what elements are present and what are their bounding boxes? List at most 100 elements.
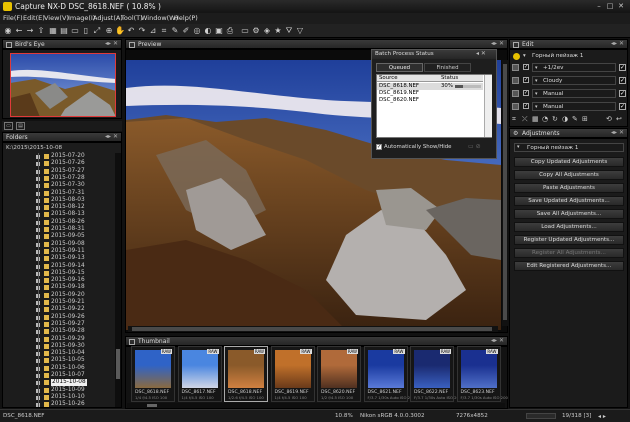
chevron-down-icon[interactable]: ▾	[535, 77, 538, 85]
folder-tree-item[interactable]: 2015-07-28	[3, 175, 121, 182]
panel-toggle-checkbox[interactable]	[6, 42, 12, 48]
viewer-icon[interactable]: ▭	[70, 26, 80, 36]
brush-icon[interactable]: ✎	[572, 115, 578, 123]
thumbnail-controls-icon[interactable]: ◂▸ ✕	[491, 337, 504, 344]
white-balance-toggle[interactable]: ✓	[523, 77, 529, 83]
compare-before-icon[interactable]: ◐	[203, 26, 213, 36]
batch-action-icons[interactable]: ▭ ⊘	[468, 143, 481, 150]
label-icon[interactable]: ◈	[262, 26, 272, 36]
adjustments-preset-select[interactable]: ▾ Горный пейзаж 1	[514, 143, 624, 152]
color-point-icon[interactable]: ◑	[562, 115, 568, 123]
thumbnail-item[interactable]: RAW DSC_8623.NEF F/3.7 1/30s Auto ISO 200	[456, 346, 508, 402]
forward-icon[interactable]: →	[25, 26, 35, 36]
folder-tree-item[interactable]: 2015-09-08	[3, 241, 121, 248]
folder-tree-item[interactable]: 2015-09-13	[3, 255, 121, 262]
thumbnail-toggle-checkbox[interactable]	[129, 339, 135, 345]
table-row[interactable]: DSC_8618.NEF 30%	[377, 83, 483, 90]
folder-tree-item[interactable]: 2015-07-30	[3, 182, 121, 189]
close-icon[interactable]: ✕	[616, 2, 626, 11]
folder-scrollbar[interactable]	[115, 153, 121, 407]
menu-view[interactable]: View(V)	[44, 14, 69, 22]
chevron-down-icon[interactable]: ▾	[517, 144, 520, 150]
convert-files-icon[interactable]: ▣	[214, 26, 224, 36]
menu-help[interactable]: Help(P)	[174, 14, 198, 22]
maximize-icon[interactable]: □	[605, 2, 615, 11]
folder-tree-item[interactable]: 2015-08-03	[3, 197, 121, 204]
thumbnail-item[interactable]: RAW DSC_8620.NEF 1/2 f/4.5 ISO 100	[317, 346, 361, 402]
crop-tool-icon[interactable]: ⌗	[512, 115, 516, 124]
fit-icon[interactable]: ⤢	[92, 26, 102, 36]
folder-tree-item[interactable]: 2015-07-26	[3, 160, 121, 167]
adjustment-button[interactable]: Save All Adjustments...	[514, 209, 624, 219]
folder-tree-item[interactable]: 2015-09-20	[3, 292, 121, 299]
auto-show-checkbox[interactable]: ✓	[376, 144, 382, 150]
edit-toggle-checkbox[interactable]	[513, 42, 519, 48]
folders-controls-icon[interactable]: ◂▸ ✕	[105, 133, 118, 140]
batch-scrollbar[interactable]	[484, 75, 492, 137]
adjustment-button[interactable]: Register Updated Adjustments...	[514, 235, 624, 245]
folder-tree-item[interactable]: 2015-09-18	[3, 284, 121, 291]
reset-icon[interactable]: ⟲	[606, 115, 612, 123]
folder-tree-item[interactable]: 2015-07-31	[3, 190, 121, 197]
preview-v-scrollbar[interactable]	[502, 60, 508, 326]
folder-tree-item[interactable]: 2015-08-12	[3, 204, 121, 211]
menu-tool[interactable]: Tool(T)	[121, 14, 143, 22]
folder-tree-item[interactable]: 2015-07-27	[3, 168, 121, 175]
edit-row-tone[interactable]: ✓ ▾ Manual ✓	[510, 101, 628, 112]
chevron-down-icon[interactable]: ▾	[535, 64, 538, 72]
adjustments-controls-icon[interactable]: ◂▸ ✕	[611, 129, 624, 136]
folder-tree-item[interactable]: 2015-09-14	[3, 263, 121, 270]
folder-tree-item[interactable]: 2015-10-10	[3, 394, 121, 401]
folders-tab-icon[interactable]: ▭	[4, 122, 13, 130]
distortion-icon[interactable]: ▦	[532, 115, 539, 123]
funnel-icon[interactable]: ▽	[295, 26, 305, 36]
edit-row-picture-control[interactable]: ✓ ▾ Manual ✓	[510, 88, 628, 99]
folder-tree-item[interactable]: 2015-10-07	[3, 372, 121, 379]
browser-icon[interactable]: ◉	[3, 26, 13, 36]
table-row[interactable]: DSC_8620.NEF	[377, 97, 483, 104]
settings-icon[interactable]: ⚙	[251, 26, 261, 36]
chevron-down-icon[interactable]: ▾	[535, 90, 538, 98]
compare-icon[interactable]: ▯	[81, 26, 91, 36]
adjustment-button[interactable]: Copy Updated Adjustments	[514, 157, 624, 167]
folder-tree-item[interactable]: 2015-08-26	[3, 219, 121, 226]
folder-tree-item[interactable]: 2015-09-26	[3, 314, 121, 321]
retouch-tool-icon[interactable]: ◔	[542, 115, 548, 123]
column-source[interactable]: Source	[379, 75, 398, 81]
filmstrip-icon[interactable]: ▤	[59, 26, 69, 36]
straighten-tool-icon[interactable]: ⤫	[522, 115, 528, 124]
menu-edit[interactable]: Edit(E)	[23, 14, 45, 22]
rotate-tool-icon[interactable]: ↻	[552, 115, 558, 123]
rating-icon[interactable]: ★	[273, 26, 283, 36]
thumbnail-scrollbar[interactable]	[127, 403, 505, 408]
tab-finished[interactable]: Finished	[424, 63, 471, 72]
straighten-icon[interactable]: ⊿	[148, 26, 158, 36]
exposure-toggle[interactable]: ✓	[523, 64, 529, 70]
menu-window[interactable]: Window(W)	[141, 14, 178, 22]
print-icon[interactable]: ⎙	[225, 26, 235, 36]
adjustment-button[interactable]: Save Updated Adjustments...	[514, 196, 624, 206]
edit-controls-icon[interactable]: ◂▸ ✕	[611, 40, 624, 47]
thumbnail-item[interactable]: RAW DSC_8622.NEF F/3.7 1/30s Auto ISO 200	[410, 346, 461, 402]
chevron-down-icon[interactable]: ▾	[535, 103, 538, 111]
folder-tree-item[interactable]: 2015-08-13	[3, 211, 121, 218]
folder-tree-item[interactable]: 2015-10-05	[3, 357, 121, 364]
preview-v-scrollbar-thumb[interactable]	[503, 64, 507, 320]
hand-icon[interactable]: ✋	[115, 26, 125, 36]
grid-view-icon[interactable]: ▦	[48, 26, 58, 36]
white-balance-checkbox[interactable]: ✓	[619, 77, 626, 84]
adjustment-button[interactable]: Edit Registered Adjustments...	[514, 261, 624, 271]
folder-tree-item[interactable]: 2015-09-11	[3, 248, 121, 255]
preview-h-scrollbar-thumb[interactable]	[132, 327, 492, 331]
zoom-icon[interactable]: ⊕	[104, 26, 114, 36]
table-row[interactable]: DSC_8619.NEF	[377, 90, 483, 97]
metadata-tab-icon[interactable]: ▤	[16, 122, 25, 130]
crop-icon[interactable]: ⌗	[159, 26, 169, 36]
thumbnail-item[interactable]: RAW DSC_8618.NEF 1/4 f/4.5 ISO 100	[131, 346, 175, 402]
folder-tree-item[interactable]: 2015-10-26	[3, 401, 121, 407]
edit-preset-name[interactable]: Горный пейзаж 1	[532, 53, 583, 59]
folder-tree-item[interactable]: 2015-07-20	[3, 153, 121, 160]
back-icon[interactable]: ←	[14, 26, 24, 36]
folder-tree-item[interactable]: 2015-10-08	[3, 379, 121, 387]
folder-tree-item[interactable]: 2015-09-30	[3, 343, 121, 350]
